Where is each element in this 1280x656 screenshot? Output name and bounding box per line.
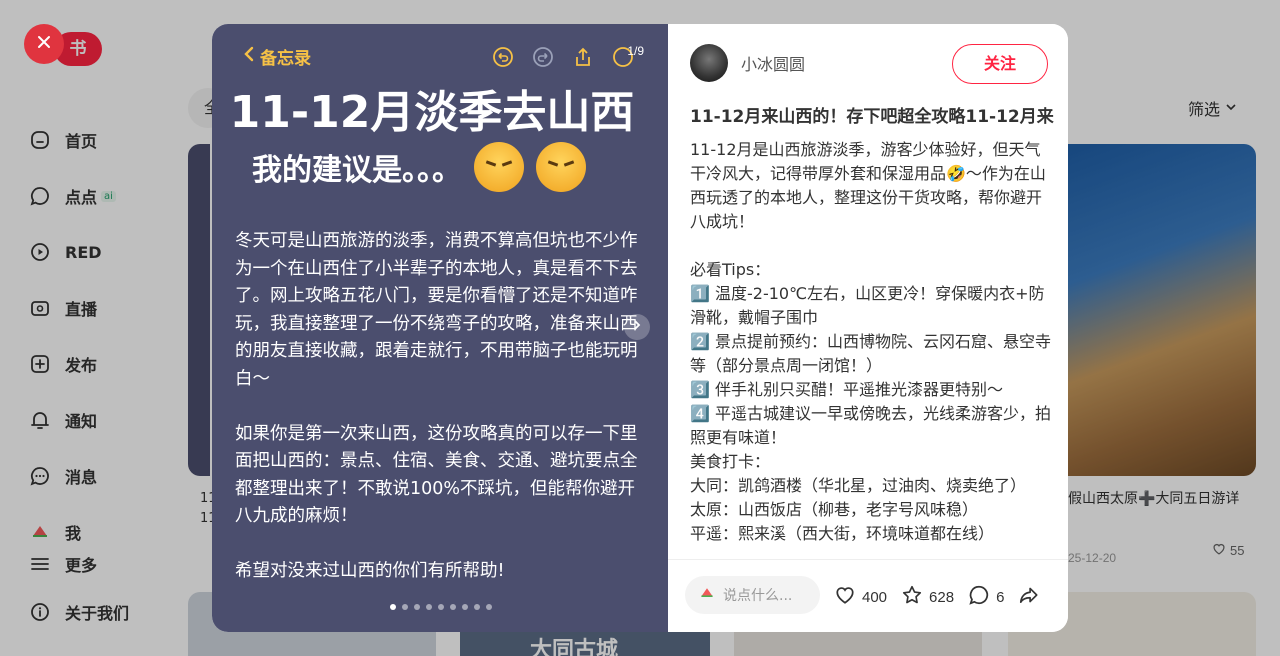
memo-toolbar: [492, 46, 634, 73]
angry-face-emoji-icon: [536, 142, 586, 192]
angry-face-emoji-icon: [474, 142, 524, 192]
like-count: 400: [862, 588, 888, 606]
chevron-left-icon: [242, 45, 256, 68]
share-upload-icon: [572, 46, 594, 73]
comment-icon: [968, 584, 990, 610]
memo-back-link: 备忘录: [242, 44, 311, 69]
image-page-counter: 1/9: [627, 44, 644, 58]
divider: [668, 559, 1068, 560]
heart-icon: [834, 584, 856, 610]
comment-button[interactable]: 6: [968, 584, 1004, 610]
note-description: 11-12月是山西旅游淡季，游客少体验好，但天气干冷风大，记得带厚外套和保湿用品…: [690, 140, 1052, 543]
comment-count: 6: [996, 588, 1005, 606]
chevron-right-icon: [631, 318, 643, 336]
pagination-dot[interactable]: [438, 604, 444, 610]
image-pagination-dots: [390, 604, 492, 610]
pagination-dot[interactable]: [486, 604, 492, 610]
note-detail-modal: 备忘录 1/9 11-12月淡季去山西 我的建议是。。。 冬天可是山西旅游的淡季…: [212, 24, 1068, 632]
pagination-dot[interactable]: [390, 604, 396, 610]
undo-icon: [492, 46, 514, 73]
note-image[interactable]: 备忘录 1/9 11-12月淡季去山西 我的建议是。。。 冬天可是山西旅游的淡季…: [212, 24, 668, 632]
pagination-dot[interactable]: [414, 604, 420, 610]
pagination-dot[interactable]: [402, 604, 408, 610]
collect-button[interactable]: 628: [901, 584, 954, 610]
follow-button[interactable]: 关注: [952, 44, 1048, 84]
engagement-bar: 400 628 6: [834, 584, 1054, 610]
author-name[interactable]: 小冰圆圆: [741, 51, 805, 75]
pagination-dot[interactable]: [426, 604, 432, 610]
star-icon: [901, 584, 923, 610]
note-detail-panel: 小冰圆圆 关注 11-12月来山西的！存下吧超全攻略11-12月来 11-12月…: [668, 24, 1068, 632]
image-body-text: 冬天可是山西旅游的淡季，消费不算高但坑也不少作为一个在山西住了小半辈子的本地人，…: [235, 231, 638, 581]
author-info[interactable]: 小冰圆圆: [690, 44, 805, 82]
close-icon: [36, 34, 52, 55]
comment-input[interactable]: 说点什么...: [685, 576, 820, 614]
collect-count: 628: [929, 588, 955, 606]
comment-placeholder: 说点什么...: [723, 588, 793, 604]
close-button[interactable]: [24, 24, 64, 64]
note-content[interactable]: 11-12月来山西的！存下吧超全攻略11-12月来 11-12月是山西旅游淡季，…: [690, 104, 1054, 558]
note-title: 11-12月来山西的！存下吧超全攻略11-12月来: [690, 107, 1054, 127]
share-icon: [1018, 584, 1040, 610]
watermelon-avatar-icon: [699, 585, 715, 606]
pagination-dot[interactable]: [474, 604, 480, 610]
image-headline: 11-12月淡季去山西: [229, 87, 635, 138]
pagination-dot[interactable]: [450, 604, 456, 610]
share-button[interactable]: [1018, 584, 1040, 610]
image-subheadline: 我的建议是。。。: [252, 142, 586, 192]
redo-icon: [532, 46, 554, 73]
like-button[interactable]: 400: [834, 584, 887, 610]
next-image-button[interactable]: [624, 314, 650, 340]
pagination-dot[interactable]: [462, 604, 468, 610]
avatar[interactable]: [690, 44, 728, 82]
memo-back-label: 备忘录: [260, 49, 311, 69]
